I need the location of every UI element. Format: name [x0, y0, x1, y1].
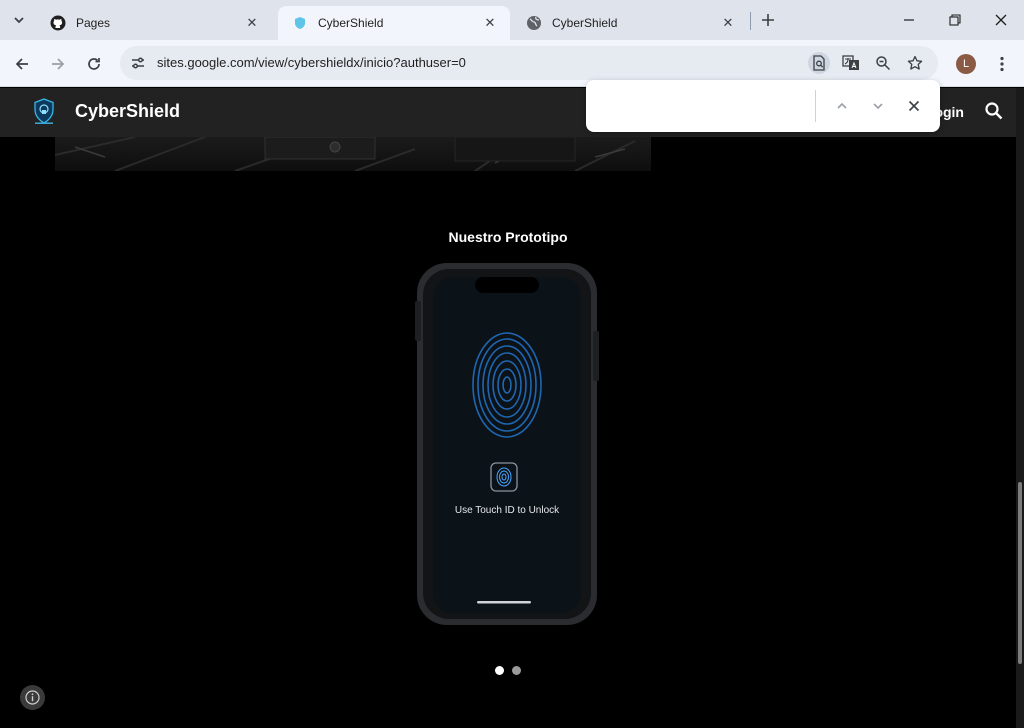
site-favicon: [292, 15, 308, 31]
phone-prototype-image: Use Touch ID to Unlock: [415, 261, 599, 627]
url-text: sites.google.com/view/cybershieldx/inici…: [157, 55, 466, 70]
tab-cybershield-active[interactable]: CyberShield ✕: [278, 6, 510, 40]
zoom-icon[interactable]: [872, 52, 894, 74]
back-button[interactable]: [8, 50, 36, 78]
restore-button[interactable]: [932, 6, 978, 34]
tab-title: Pages: [76, 16, 111, 30]
phone-screen-text: Use Touch ID to Unlock: [454, 505, 560, 516]
hero-image: [55, 137, 651, 171]
reload-icon: [88, 58, 100, 70]
close-icon: [908, 100, 920, 112]
site-search-icon[interactable]: [984, 101, 1006, 123]
cybershield-logo[interactable]: [32, 98, 56, 126]
info-button[interactable]: [20, 685, 45, 710]
restore-icon: [949, 14, 961, 26]
scrollbar-thumb[interactable]: [1018, 482, 1022, 664]
chevron-down-icon: [873, 103, 883, 110]
info-icon: [25, 690, 40, 705]
new-tab-button[interactable]: [756, 8, 780, 32]
close-icon: [995, 14, 1007, 26]
find-in-page-icon[interactable]: [808, 52, 830, 74]
chevron-down-icon: [14, 17, 24, 24]
github-icon: [50, 15, 66, 31]
close-window-button[interactable]: [978, 6, 1024, 34]
find-previous-button[interactable]: [830, 94, 854, 118]
minimize-icon: [904, 19, 914, 21]
address-bar[interactable]: sites.google.com/view/cybershieldx/inici…: [120, 46, 938, 80]
find-close-button[interactable]: [902, 94, 926, 118]
tab-pages[interactable]: Pages ✕: [36, 6, 272, 40]
back-arrow-icon: [15, 58, 28, 70]
close-tab-icon[interactable]: ✕: [244, 15, 260, 31]
chevron-up-icon: [837, 102, 847, 109]
tab-title: CyberShield: [318, 16, 384, 30]
site-info-icon[interactable]: [128, 53, 148, 73]
carousel-dot-1[interactable]: [495, 666, 504, 675]
globe-icon: [526, 15, 542, 31]
find-next-button[interactable]: [866, 94, 890, 118]
profile-avatar[interactable]: L: [956, 54, 976, 74]
section-title: Nuestro Prototipo: [448, 229, 568, 245]
reload-button[interactable]: [80, 50, 108, 78]
forward-button[interactable]: [44, 50, 72, 78]
tab-separator: [750, 12, 751, 30]
bookmark-star-icon[interactable]: [904, 52, 926, 74]
tab-cybershield[interactable]: CyberShield ✕: [512, 6, 748, 40]
carousel-dot-2[interactable]: [512, 666, 521, 675]
close-tab-icon[interactable]: ✕: [720, 15, 736, 31]
tab-strip: Pages ✕ CyberShield ✕ CyberShield ✕: [0, 0, 1024, 40]
translate-icon[interactable]: [840, 52, 862, 74]
find-input[interactable]: [600, 92, 812, 120]
tab-title: CyberShield: [552, 16, 618, 30]
find-bar: [586, 80, 940, 132]
minimize-button[interactable]: [886, 6, 932, 34]
forward-arrow-icon: [52, 58, 65, 70]
tab-search-button[interactable]: [6, 8, 32, 32]
find-divider: [815, 90, 816, 122]
plus-icon: [762, 14, 774, 26]
close-tab-icon[interactable]: ✕: [482, 15, 498, 31]
site-title[interactable]: CyberShield: [75, 101, 180, 122]
browser-menu-icon[interactable]: [992, 52, 1012, 76]
